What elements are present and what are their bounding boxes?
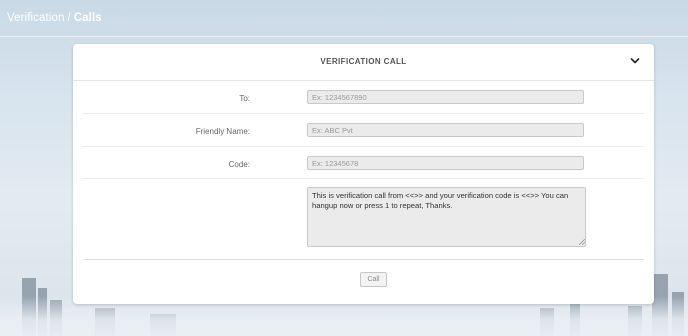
form-row-code: Code:: [83, 147, 644, 179]
card-header: VERIFICATION CALL: [73, 44, 654, 81]
friendly-name-input[interactable]: [307, 123, 584, 137]
header-divider: [0, 36, 688, 37]
breadcrumb-separator: /: [67, 12, 71, 24]
card-footer: Call: [83, 259, 644, 304]
card-title: VERIFICATION CALL: [320, 57, 407, 66]
resize-grip-icon[interactable]: [579, 239, 585, 245]
call-button[interactable]: Call: [360, 272, 387, 287]
code-label: Code:: [228, 160, 250, 169]
friendly-name-label: Friendly Name:: [195, 127, 250, 136]
message-textarea[interactable]: This is verification call from <<>> and …: [307, 187, 586, 247]
breadcrumb-parent-link[interactable]: Verification: [7, 12, 64, 24]
breadcrumb: Verification / Calls: [7, 12, 102, 24]
form-row-friendly-name: Friendly Name:: [83, 114, 644, 147]
to-label: To:: [239, 94, 250, 103]
breadcrumb-current: Calls: [73, 12, 102, 24]
code-input[interactable]: [307, 156, 584, 170]
verification-call-card: VERIFICATION CALL To: Friendly Name: Cod…: [73, 44, 654, 304]
form-row-to: To:: [83, 81, 644, 114]
to-input[interactable]: [307, 90, 584, 104]
chevron-down-icon[interactable]: [628, 54, 642, 68]
form-row-message: This is verification call from <<>> and …: [83, 179, 644, 254]
